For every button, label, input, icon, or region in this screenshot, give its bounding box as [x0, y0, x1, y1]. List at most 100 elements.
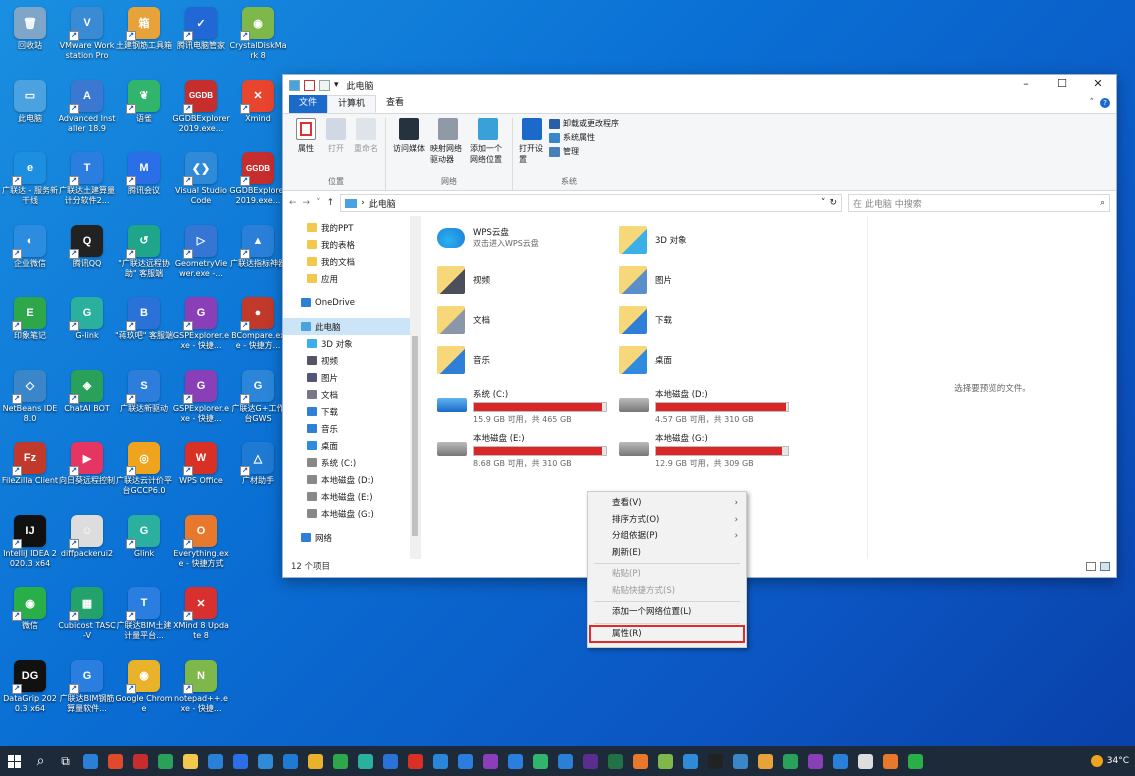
desktop-icon[interactable]: G ↗ 广联达G+工作台GWS: [229, 367, 287, 437]
folder-item[interactable]: 桌面: [619, 346, 672, 374]
drive-item[interactable]: 本地磁盘 (E:) 8.68 GB 可用，共 310 GB: [437, 432, 617, 469]
desktop-icon[interactable]: ☺ ↗ diffpackerui2: [58, 512, 116, 582]
context-menu-item[interactable]: 属性(R): [589, 624, 745, 643]
folder-item[interactable]: 3D 对象: [619, 226, 687, 254]
desktop-icon[interactable]: ▷ ↗ GeometryViewer.exe -...: [172, 222, 230, 292]
open-button[interactable]: 打开: [323, 118, 349, 176]
title-bar[interactable]: ▾ 此电脑 – ☐ ✕: [283, 75, 1116, 95]
nav-scrollbar[interactable]: [410, 216, 420, 559]
desktop-icon[interactable]: GGDB ↗ GGDBExplorer2019.exe...: [229, 149, 287, 219]
desktop-icon[interactable]: ◈ ↗ ChatAI BOT: [58, 367, 116, 437]
nav-item[interactable]: 我的PPT: [283, 219, 420, 236]
desktop-icon[interactable]: ✓ ↗ 腾讯电脑管家: [172, 4, 230, 74]
nav-item[interactable]: 图片: [283, 369, 420, 386]
taskbar-app-button[interactable]: [381, 746, 400, 776]
nav-item[interactable]: 文档: [283, 386, 420, 403]
taskbar-app-button[interactable]: [731, 746, 750, 776]
taskbar-app-button[interactable]: [681, 746, 700, 776]
desktop-icon[interactable]: G ↗ GSPExplorer.exe - 快捷...: [172, 367, 230, 437]
desktop-icon[interactable]: e ↗ 广联达 - 服务新干线: [1, 149, 59, 219]
taskbar-app-button[interactable]: [406, 746, 425, 776]
rename-button[interactable]: 重命名: [353, 118, 379, 176]
nav-item[interactable]: 下载: [283, 403, 420, 420]
taskbar-app-button[interactable]: [556, 746, 575, 776]
open-settings-button[interactable]: 打开设置: [519, 118, 545, 176]
taskbar-app-button[interactable]: [531, 746, 550, 776]
taskbar-app-button[interactable]: [356, 746, 375, 776]
taskbar-app-button[interactable]: [481, 746, 500, 776]
context-menu-item[interactable]: 分组依据(P) ›: [588, 528, 746, 545]
taskbar-app-button[interactable]: [856, 746, 875, 776]
nav-item[interactable]: 我的文档: [283, 253, 420, 270]
taskbar-app-button[interactable]: [281, 746, 300, 776]
desktop-icon[interactable]: ✕ ↗ Xmind: [229, 77, 287, 147]
map-network-drive-button[interactable]: 映射网络驱动器: [430, 118, 466, 176]
nav-item[interactable]: 应用: [283, 270, 420, 287]
tab-view[interactable]: 查看: [376, 95, 414, 113]
properties-button[interactable]: 属性: [293, 118, 319, 176]
taskbar-app-button[interactable]: [156, 746, 175, 776]
access-media-button[interactable]: 访问媒体: [392, 118, 426, 176]
add-network-location-button[interactable]: 添加一个网络位置: [470, 118, 506, 176]
manage-button[interactable]: 管理: [549, 146, 619, 157]
desktop-icon[interactable]: ✕ ↗ XMind 8 Update 8: [172, 584, 230, 654]
nav-item[interactable]: 音乐: [283, 420, 420, 437]
desktop-icon[interactable]: G ↗ G-link: [58, 294, 116, 364]
desktop-icon[interactable]: ◎ ↗ 广联达云计价平台GCCP6.0: [115, 439, 173, 509]
weather-icon[interactable]: [1090, 755, 1103, 767]
desktop-icon[interactable]: ▲ ↗ 广联达指标神器: [229, 222, 287, 292]
nav-scrollbar-thumb[interactable]: [412, 336, 418, 536]
nav-item[interactable]: 我的表格: [283, 236, 420, 253]
desktop-icon[interactable]: V ↗ VMware Workstation Pro: [58, 4, 116, 74]
context-menu-item[interactable]: 刷新(E): [588, 545, 746, 562]
temperature[interactable]: 34°C: [1107, 756, 1129, 766]
taskbar-app-button[interactable]: [806, 746, 825, 776]
folder-item[interactable]: 视频: [437, 266, 490, 294]
context-menu-item[interactable]: 排序方式(O) ›: [588, 512, 746, 529]
desktop-icon[interactable]: ↺ ↗ "广联达远程协助" 客服端: [115, 222, 173, 292]
taskbar-app-button[interactable]: [756, 746, 775, 776]
taskbar-app-button[interactable]: [306, 746, 325, 776]
details-view-icon[interactable]: [1086, 562, 1096, 571]
nav-item[interactable]: 本地磁盘 (D:): [283, 471, 420, 488]
large-icons-view-icon[interactable]: [1100, 562, 1110, 571]
folder-item[interactable]: 音乐: [437, 346, 490, 374]
back-icon[interactable]: ←: [289, 198, 297, 208]
desktop-icon[interactable]: A ↗ Advanced Installer 18.9: [58, 77, 116, 147]
desktop-icon[interactable]: DG ↗ DataGrip 2020.3 x64: [1, 657, 59, 727]
search-taskbar-button[interactable]: ⌕: [31, 746, 50, 776]
nav-item[interactable]: 本地磁盘 (G:): [283, 505, 420, 522]
nav-item[interactable]: 3D 对象: [283, 335, 420, 352]
drive-item[interactable]: 本地磁盘 (G:) 12.9 GB 可用，共 309 GB: [619, 432, 799, 469]
new-folder-quick-icon[interactable]: [319, 79, 330, 91]
up-icon[interactable]: ↑: [327, 198, 335, 208]
desktop-icon[interactable]: ▭ 此电脑: [1, 77, 59, 147]
taskbar-app-button[interactable]: [456, 746, 475, 776]
address-dropdown-icon[interactable]: ˅: [821, 198, 826, 208]
properties-quick-icon[interactable]: [304, 79, 315, 91]
taskbar-app-button[interactable]: [581, 746, 600, 776]
desktop-icon[interactable]: 箱 ↗ 土建钢筋工具箱: [115, 4, 173, 74]
recent-chevron-icon[interactable]: ˅: [316, 198, 321, 208]
drive-item[interactable]: 本地磁盘 (D:) 4.57 GB 可用，共 310 GB: [619, 388, 799, 425]
desktop-icon[interactable]: S ↗ 广联达新驱动: [115, 367, 173, 437]
desktop-icon[interactable]: ◉ ↗ Google Chrome: [115, 657, 173, 727]
taskbar-app-button[interactable]: [906, 746, 925, 776]
desktop-icon[interactable]: ▦ ↗ Cubicost TASC-V: [58, 584, 116, 654]
tab-file[interactable]: 文件: [289, 95, 328, 113]
folder-item[interactable]: 文档: [437, 306, 490, 334]
desktop-icon[interactable]: T ↗ 广联达土建算量计分软件2...: [58, 149, 116, 219]
desktop-icon[interactable]: △ ↗ 广材助手: [229, 439, 287, 509]
context-menu-item[interactable]: 粘贴(P): [588, 566, 746, 583]
taskbar-app-button[interactable]: [656, 746, 675, 776]
nav-item[interactable]: 系统 (C:): [283, 454, 420, 471]
chevron-up-icon[interactable]: ˄: [1090, 98, 1095, 108]
breadcrumb[interactable]: 此电脑: [369, 197, 396, 210]
desktop-icon[interactable]: GGDB ↗ GGDBExplorer2019.exe...: [172, 77, 230, 147]
minimize-button[interactable]: –: [1008, 75, 1044, 95]
taskbar-app-button[interactable]: [256, 746, 275, 776]
desktop-icon[interactable]: G ↗ Glink: [115, 512, 173, 582]
uninstall-program-button[interactable]: 卸载或更改程序: [549, 118, 619, 129]
context-menu-item[interactable]: 查看(V) ›: [588, 495, 746, 512]
nav-item[interactable]: 网络: [283, 529, 420, 546]
